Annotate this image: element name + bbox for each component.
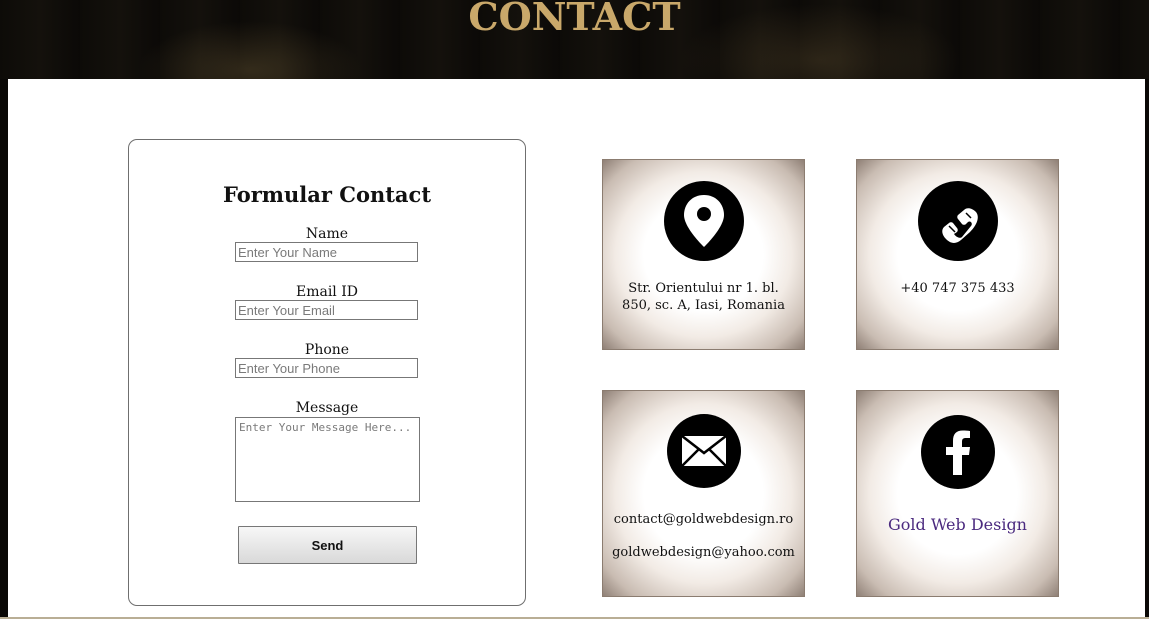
phone-label: Phone	[304, 342, 350, 358]
email-primary: contact@goldwebdesign.ro	[613, 512, 794, 527]
message-textarea[interactable]	[235, 417, 420, 502]
address-tile: Str. Orientului nr 1. bl. 850, sc. A, Ia…	[602, 159, 805, 350]
facebook-tile: Gold Web Design	[856, 390, 1059, 597]
phone-tile: +40 747 375 433	[856, 159, 1059, 350]
name-label: Name	[305, 226, 349, 242]
phone-icon	[918, 181, 998, 261]
message-label: Message	[295, 400, 359, 416]
location-pin-icon	[664, 181, 744, 261]
email-input[interactable]	[235, 300, 418, 320]
phone-number: +40 747 375 433	[900, 281, 1015, 296]
hero-banner: CONTACT	[0, 0, 1149, 79]
facebook-page-link[interactable]: Gold Web Design	[857, 515, 1058, 534]
email-label: Email ID	[295, 284, 358, 300]
facebook-icon[interactable]	[921, 415, 995, 489]
address-line-1: Str. Orientului nr 1. bl.	[628, 281, 779, 296]
email-tile: contact@goldwebdesign.ro goldwebdesign@y…	[602, 390, 805, 597]
page-title: CONTACT	[468, 0, 681, 39]
phone-input[interactable]	[235, 358, 418, 378]
address-line-2: 850, sc. A, Iasi, Romania	[622, 298, 785, 313]
send-button[interactable]: Send	[238, 526, 417, 564]
email-secondary: goldwebdesign@yahoo.com	[612, 545, 795, 560]
envelope-icon	[667, 414, 741, 488]
name-input[interactable]	[235, 242, 418, 262]
contact-form: Formular Contact Name Email ID Phone Mes…	[128, 139, 526, 606]
form-title: Formular Contact	[222, 182, 432, 207]
